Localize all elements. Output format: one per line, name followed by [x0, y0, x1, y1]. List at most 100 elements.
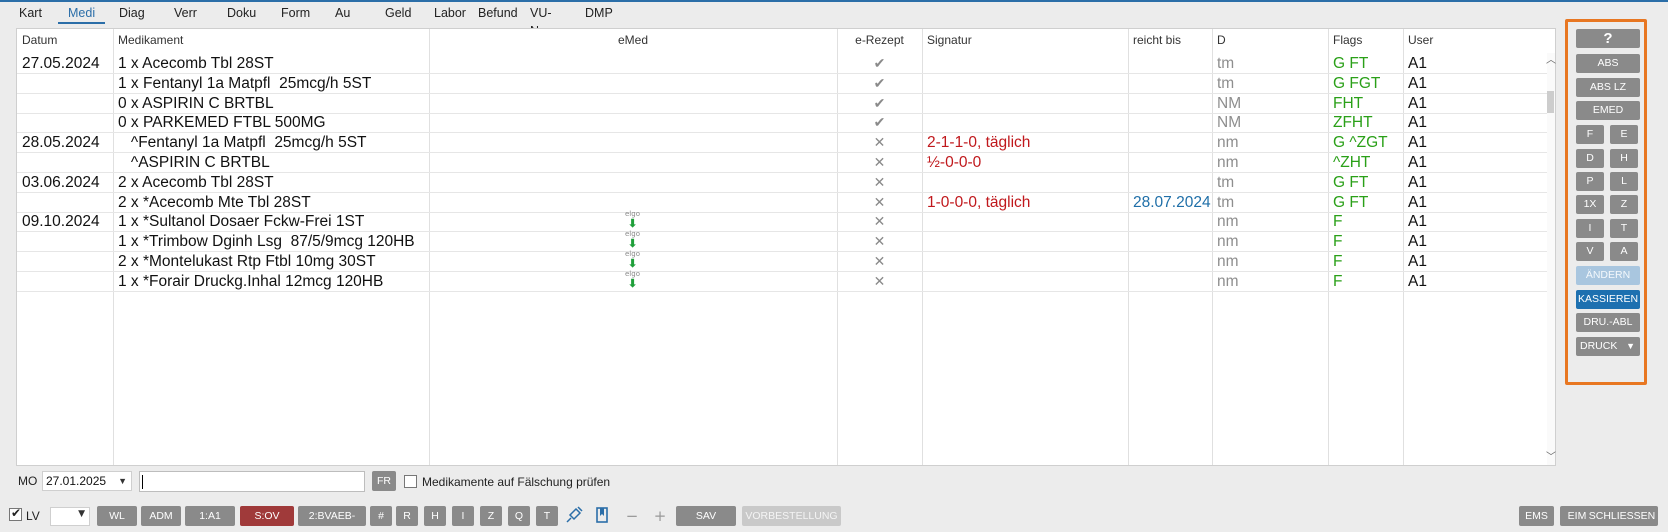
sav-button[interactable]: SAV — [676, 506, 736, 526]
vertical-scrollbar[interactable] — [1547, 53, 1555, 465]
i-button[interactable]: I — [1576, 219, 1604, 238]
table-row[interactable]: 03.06.2024 2 x Acecomb Tbl 28ST ✕ tm G FT A1 — [17, 172, 1549, 193]
cell-datum: 03.06.2024 — [22, 173, 100, 191]
kassieren-button[interactable]: KASSIEREN — [1576, 290, 1640, 309]
help-button[interactable]: ? — [1576, 29, 1640, 48]
header-d[interactable]: D — [1212, 29, 1328, 53]
elgo-download-icon[interactable]: elgo ⬇ — [625, 210, 641, 231]
header-erezept[interactable]: e-Rezept — [837, 29, 922, 53]
lv-select[interactable]: ▼ — [50, 507, 90, 526]
minus-icon[interactable]: − — [622, 506, 642, 526]
tab-medi[interactable]: Medi — [57, 4, 106, 24]
header-user[interactable]: User — [1403, 29, 1463, 53]
header-reicht-bis[interactable]: reicht bis — [1128, 29, 1212, 53]
h-button[interactable]: H — [424, 506, 446, 526]
druck-button[interactable]: DRUCK ▼ — [1576, 337, 1640, 356]
elgo-download-icon[interactable]: elgo ⬇ — [625, 230, 641, 251]
tab-geld[interactable]: Geld — [385, 4, 411, 24]
syringe-icon[interactable] — [564, 506, 584, 526]
header-medikament[interactable]: Medikament — [113, 29, 429, 53]
tab-vu-n[interactable]: VU-N — [530, 4, 552, 38]
cell-user: A1 — [1408, 55, 1427, 72]
header-flags[interactable]: Flags — [1328, 29, 1403, 53]
f-button[interactable]: F — [1576, 125, 1604, 144]
l-button[interactable]: L — [1610, 172, 1638, 191]
e-button[interactable]: E — [1610, 125, 1638, 144]
v-button[interactable]: V — [1576, 242, 1604, 261]
elgo-download-icon[interactable]: elgo ⬇ — [625, 250, 641, 271]
table-row[interactable]: 28.05.2024 ^Fentanyl 1a Matpfl 25mcg/h 5… — [17, 132, 1549, 154]
tab-doku[interactable]: Doku — [227, 4, 256, 24]
tab-labor[interactable]: Labor — [434, 4, 466, 24]
table-row[interactable]: ^ASPIRIN C BRTBL ✕ ½-0-0-0 nm ^ZHT A1 — [17, 152, 1549, 173]
r-button[interactable]: R — [396, 506, 418, 526]
cross-icon: ✕ — [873, 233, 886, 250]
tab-form[interactable]: Form — [281, 4, 310, 24]
scroll-up-icon[interactable]: ︿ — [1544, 51, 1558, 66]
table-row[interactable]: 0 x PARKEMED FTBL 500MG ✔ NM ZFHT A1 — [17, 112, 1549, 134]
table-row[interactable]: 2 x *Montelukast Rtp Ftbl 10mg 30ST elgo ⬇… — [17, 250, 1549, 272]
emed-button[interactable]: EMED — [1576, 101, 1640, 120]
h-button[interactable]: H — [1610, 149, 1638, 168]
dru-abl-button[interactable]: DRU.-ABL — [1576, 313, 1640, 332]
adm-button[interactable]: ADM — [141, 506, 181, 526]
table-row[interactable]: 2 x *Acecomb Mte Tbl 28ST ✕ 1-0-0-0, tägli… — [17, 192, 1549, 213]
z-button[interactable]: Z — [1610, 195, 1638, 214]
fr-button[interactable]: FR — [372, 471, 396, 491]
cell-reicht-bis — [1128, 112, 1212, 132]
z-button[interactable]: Z — [480, 506, 502, 526]
table-row[interactable]: 27.05.2024 1 x Acecomb Tbl 28ST ✔ tm G FT A1 — [17, 53, 1549, 74]
t-button[interactable]: T — [536, 506, 558, 526]
cell-user: A1 — [1408, 154, 1427, 171]
dropdown-arrow-icon[interactable]: ▼ — [118, 472, 127, 490]
tab-au[interactable]: Au — [335, 4, 350, 24]
a-button[interactable]: A — [1610, 242, 1638, 261]
tab-kart[interactable]: Kart — [19, 4, 42, 24]
i-button[interactable]: I — [452, 506, 474, 526]
schliessen-button[interactable]: SCHLIESSEN — [1586, 506, 1658, 526]
p-button[interactable]: P — [1576, 172, 1604, 191]
abs-lz-button[interactable]: ABS LZ — [1576, 78, 1640, 97]
druck-button-label: DRUCK — [1580, 340, 1618, 352]
tab-dmp[interactable]: DMP — [585, 4, 613, 24]
plus-icon[interactable]: + — [650, 506, 670, 526]
table-row[interactable]: 1 x Fentanyl 1a Matpfl 25mcg/h 5ST ✔ tm G F… — [17, 73, 1549, 94]
scrollbar-thumb[interactable] — [1547, 91, 1554, 113]
hash-button[interactable]: # — [370, 506, 392, 526]
cell-d: tm — [1217, 74, 1235, 92]
falsification-check-checkbox[interactable] — [404, 475, 417, 488]
scroll-down-icon[interactable]: ﹀ — [1544, 448, 1558, 463]
ems-button[interactable]: EMS — [1519, 506, 1554, 526]
cell-emed — [429, 93, 837, 113]
a1-button[interactable]: 1:A1 — [185, 506, 235, 526]
table-row[interactable]: 09.10.2024 1 x *Sultanol Dosaer Fckw-Frei… — [17, 210, 1549, 233]
1x-button[interactable]: 1X — [1576, 195, 1604, 214]
table-row[interactable]: 0 x ASPIRIN C BRTBL ✔ NM FHT A1 — [17, 93, 1549, 114]
bvaeb-oeb-button[interactable]: 2:BVAEB-OEB — [298, 506, 366, 532]
wl-button[interactable]: WL — [97, 506, 137, 526]
window-top-line — [0, 0, 1668, 2]
d-button[interactable]: D — [1576, 149, 1604, 168]
header-signatur[interactable]: Signatur — [922, 29, 1128, 53]
dropdown-arrow-icon[interactable]: ▼ — [78, 509, 85, 519]
bookmark-icon[interactable] — [592, 506, 612, 526]
vorbestellung-button[interactable]: VORBESTELLUNG — [742, 506, 841, 526]
cell-user: A1 — [1408, 74, 1427, 92]
q-button[interactable]: Q — [508, 506, 530, 526]
elgo-download-icon[interactable]: elgo ⬇ — [625, 270, 641, 291]
aendern-button[interactable]: ÄNDERN — [1576, 266, 1640, 285]
sov-button[interactable]: S:OV — [240, 506, 294, 526]
tab-diag[interactable]: Diag — [119, 4, 145, 24]
tab-verr[interactable]: Verr — [174, 4, 197, 24]
table-row[interactable]: 1 x *Forair Druckg.Inhal 12mcg 120HB elgo… — [17, 270, 1549, 292]
header-emed[interactable]: eMed — [429, 29, 837, 53]
t-button[interactable]: T — [1610, 219, 1638, 238]
tab-befund[interactable]: Befund — [478, 4, 518, 24]
table-row[interactable]: 1 x *Trimbow Dginh Lsg 87/5/9mcg 120HB el… — [17, 230, 1549, 253]
medication-input[interactable] — [139, 471, 365, 492]
lv-checkbox[interactable]: ✔ — [9, 506, 22, 521]
header-datum[interactable]: Datum — [17, 29, 113, 53]
abs-button[interactable]: ABS — [1576, 54, 1640, 73]
date-field[interactable]: 27.01.2025 ▼ — [42, 471, 132, 491]
cell-reicht-bis — [1128, 172, 1212, 192]
